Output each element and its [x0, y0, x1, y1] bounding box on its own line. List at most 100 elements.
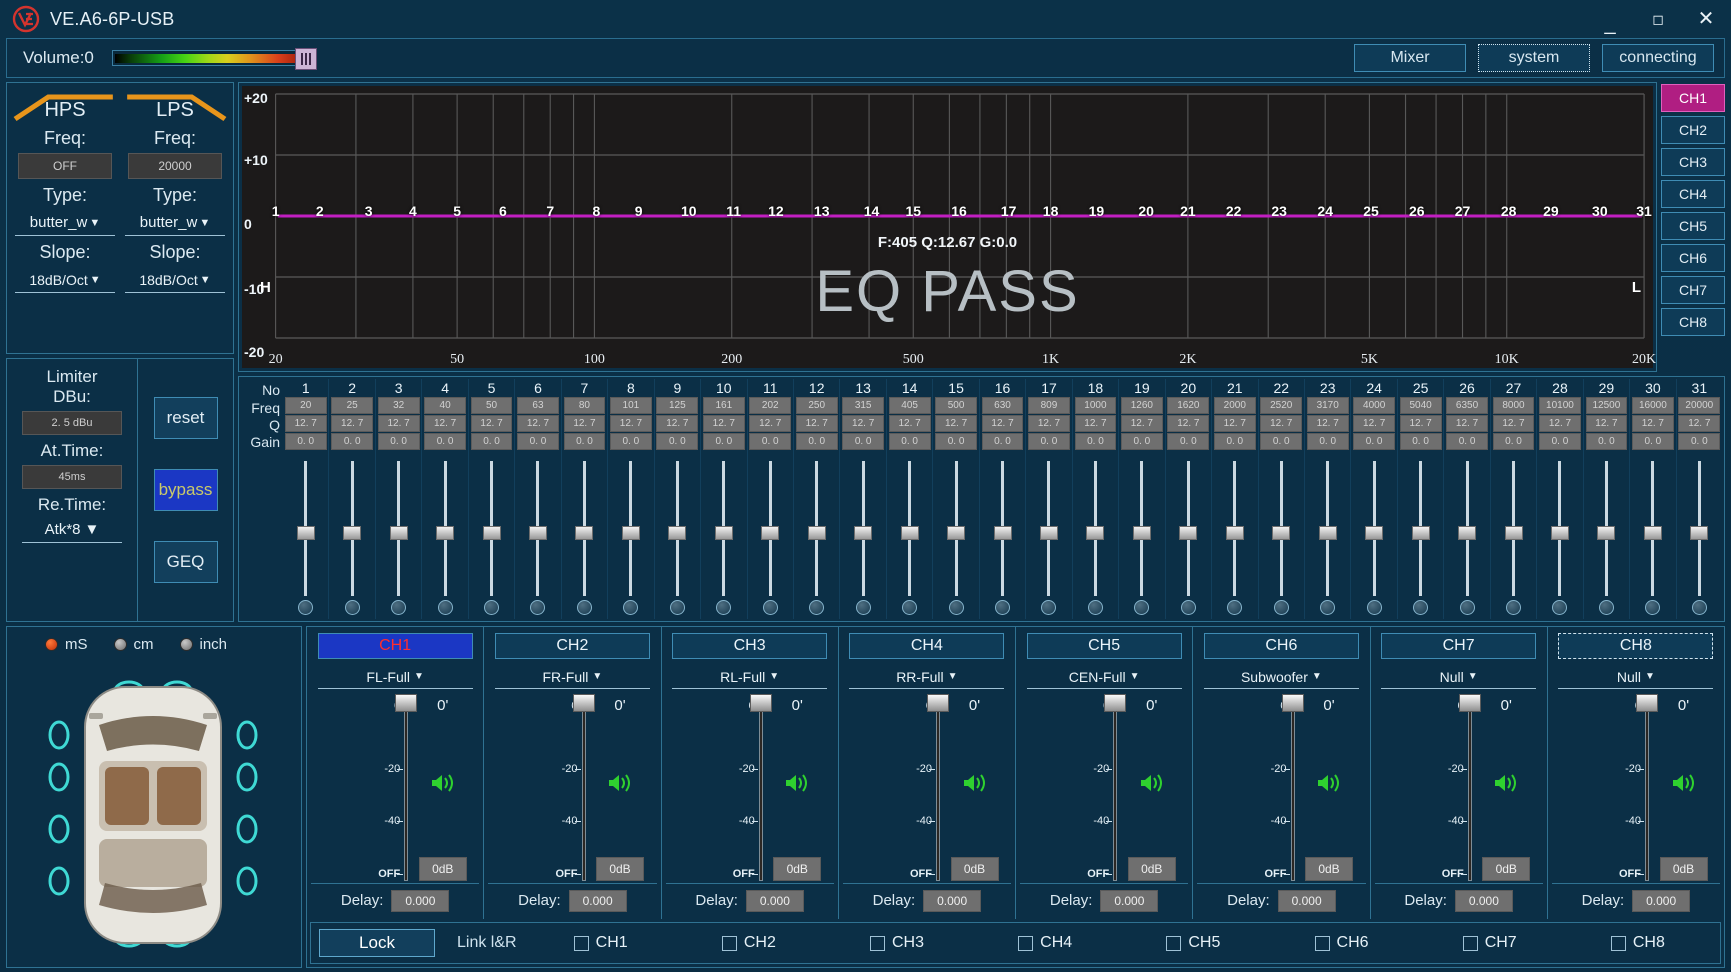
geq-band-freq[interactable]: 405	[889, 397, 931, 414]
hps-slope-dropdown[interactable]: 18dB/Oct ▼	[15, 267, 115, 293]
connecting-button[interactable]: connecting	[1602, 44, 1714, 72]
fader-track[interactable]	[759, 695, 763, 881]
geq-band-q[interactable]: 12. 7	[1075, 415, 1117, 432]
geq-slider-thumb[interactable]	[436, 526, 454, 540]
geq-band-q[interactable]: 12. 7	[1493, 415, 1535, 432]
geq-band-freq[interactable]: 4000	[1353, 397, 1395, 414]
checkbox-icon[interactable]	[1315, 936, 1330, 951]
geq-slider-thumb[interactable]	[1086, 526, 1104, 540]
fader-track[interactable]	[404, 695, 408, 881]
radio-icon[interactable]	[114, 638, 127, 651]
geq-band-knob[interactable]	[995, 600, 1010, 615]
geq-band-slider[interactable]	[1584, 451, 1629, 600]
geq-band-q[interactable]: 12. 7	[1446, 415, 1488, 432]
speaker-icon[interactable]	[1316, 772, 1342, 799]
geq-band-q[interactable]: 12. 7	[1028, 415, 1070, 432]
geq-slider-thumb[interactable]	[1597, 526, 1615, 540]
fader-thumb[interactable]	[1636, 694, 1658, 712]
geq-slider-thumb[interactable]	[901, 526, 919, 540]
geq-band-slider[interactable]	[329, 451, 374, 600]
channel-fader[interactable]: 0-20-40OFF	[1554, 695, 1649, 881]
channel-route-dropdown[interactable]: RR-Full▼	[849, 665, 1004, 689]
volume-thumb[interactable]	[295, 48, 317, 70]
fader-track[interactable]	[1468, 695, 1472, 881]
geq-band-knob[interactable]	[1274, 600, 1289, 615]
geq-band-freq[interactable]: 63	[517, 397, 559, 414]
geq-band-freq[interactable]: 202	[749, 397, 791, 414]
geq-band-gain[interactable]: 0. 0	[1167, 433, 1209, 450]
geq-band-freq[interactable]: 161	[703, 397, 745, 414]
channel-fader[interactable]: 0-20-40OFF	[490, 695, 585, 881]
channel-fader[interactable]: 0-20-40OFF	[1377, 695, 1472, 881]
geq-band-freq[interactable]: 1260	[1121, 397, 1163, 414]
channel-gain-value[interactable]: 0dB	[773, 857, 821, 881]
geq-band-knob[interactable]	[1552, 600, 1567, 615]
geq-band-gain[interactable]: 0. 0	[749, 433, 791, 450]
geq-slider-thumb[interactable]	[1133, 526, 1151, 540]
geq-band-knob[interactable]	[1181, 600, 1196, 615]
speaker-icon[interactable]	[1493, 772, 1519, 799]
fader-thumb[interactable]	[1282, 694, 1304, 712]
radio-icon[interactable]	[180, 638, 193, 651]
unit-inch[interactable]: inch	[180, 636, 228, 653]
geq-band-gain[interactable]: 0. 0	[656, 433, 698, 450]
geq-band-q[interactable]: 12. 7	[1167, 415, 1209, 432]
geq-band-q[interactable]: 12. 7	[1632, 415, 1674, 432]
geq-band-knob[interactable]	[716, 600, 731, 615]
geq-slider-thumb[interactable]	[715, 526, 733, 540]
fader-track[interactable]	[1291, 695, 1295, 881]
channel-fader[interactable]: 0-20-40OFF	[1022, 695, 1117, 881]
eq-channel-ch3[interactable]: CH3	[1661, 148, 1725, 176]
channel-phase[interactable]: 0'	[1501, 697, 1512, 714]
speaker-icon[interactable]	[1671, 772, 1697, 799]
channel-header[interactable]: CH3	[672, 633, 827, 659]
geq-band-slider[interactable]	[422, 451, 467, 600]
geq-slider-thumb[interactable]	[854, 526, 872, 540]
channel-gain-value[interactable]: 0dB	[1128, 857, 1176, 881]
geq-band-knob[interactable]	[530, 600, 545, 615]
geq-band-knob[interactable]	[623, 600, 638, 615]
bypass-button[interactable]: bypass	[154, 469, 218, 511]
geq-band-gain[interactable]: 0. 0	[842, 433, 884, 450]
geq-band-knob[interactable]	[1041, 600, 1056, 615]
geq-band-freq[interactable]: 32	[378, 397, 420, 414]
checkbox-icon[interactable]	[722, 936, 737, 951]
geq-band-gain[interactable]: 0. 0	[1260, 433, 1302, 450]
channel-delay-value[interactable]: 0.000	[1278, 890, 1336, 912]
channel-header[interactable]: CH8	[1558, 633, 1713, 659]
eq-graph-canvas[interactable]	[242, 86, 1653, 368]
channel-phase[interactable]: 0'	[1678, 697, 1689, 714]
geq-band-knob[interactable]	[1367, 600, 1382, 615]
geq-slider-thumb[interactable]	[1458, 526, 1476, 540]
fader-track[interactable]	[1645, 695, 1649, 881]
geq-band-knob[interactable]	[438, 600, 453, 615]
geq-band-freq[interactable]: 25	[331, 397, 373, 414]
geq-band-freq[interactable]: 80	[564, 397, 606, 414]
geq-band-gain[interactable]: 0. 0	[1075, 433, 1117, 450]
channel-gain-value[interactable]: 0dB	[596, 857, 644, 881]
channel-header[interactable]: CH5	[1027, 633, 1182, 659]
geq-band-slider[interactable]	[840, 451, 885, 600]
geq-band-slider[interactable]	[1305, 451, 1350, 600]
geq-band-q[interactable]: 12. 7	[1539, 415, 1581, 432]
geq-band-q[interactable]: 12. 7	[1353, 415, 1395, 432]
geq-band-slider[interactable]	[515, 451, 560, 600]
geq-band-q[interactable]: 12. 7	[610, 415, 652, 432]
geq-band-gain[interactable]: 0. 0	[1400, 433, 1442, 450]
geq-band-knob[interactable]	[949, 600, 964, 615]
lock-button[interactable]: Lock	[319, 929, 435, 957]
geq-band-gain[interactable]: 0. 0	[424, 433, 466, 450]
geq-band-slider[interactable]	[1630, 451, 1675, 600]
geq-band-knob[interactable]	[1645, 600, 1660, 615]
geq-band-slider[interactable]	[608, 451, 653, 600]
geq-band-freq[interactable]: 10100	[1539, 397, 1581, 414]
channel-route-dropdown[interactable]: RL-Full▼	[672, 665, 827, 689]
geq-band-freq[interactable]: 8000	[1493, 397, 1535, 414]
geq-band-q[interactable]: 12. 7	[1260, 415, 1302, 432]
link-checkbox-ch4[interactable]: CH4	[1018, 934, 1072, 952]
geq-band-knob[interactable]	[902, 600, 917, 615]
geq-band-gain[interactable]: 0. 0	[796, 433, 838, 450]
geq-band-q[interactable]: 12. 7	[703, 415, 745, 432]
geq-band-knob[interactable]	[484, 600, 499, 615]
channel-header[interactable]: CH6	[1204, 633, 1359, 659]
